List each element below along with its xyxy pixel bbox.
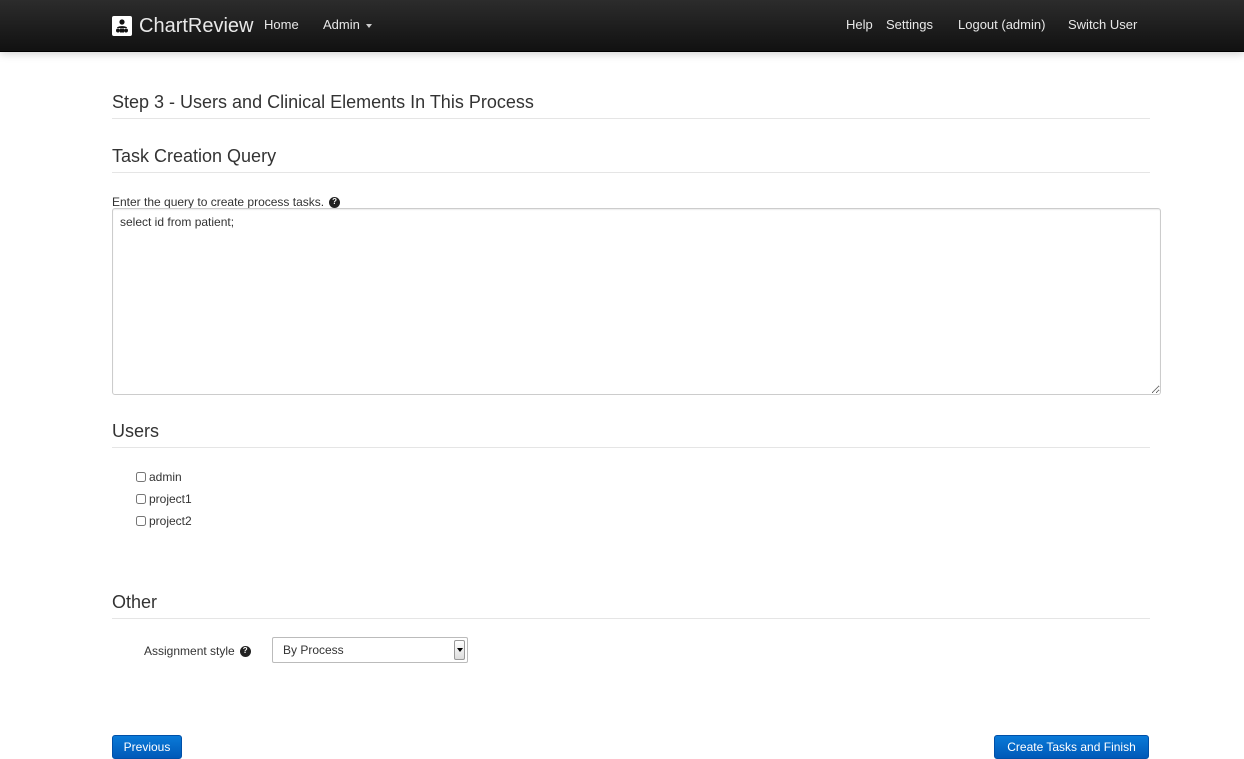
user-label: project2 [149, 514, 192, 528]
question-circle-icon[interactable]: ? [239, 645, 251, 657]
user-checkbox-admin[interactable] [136, 472, 146, 482]
query-label: Enter the query to create process tasks.… [112, 195, 341, 209]
user-checkbox-project2[interactable] [136, 516, 146, 526]
previous-button[interactable]: Previous [112, 735, 182, 759]
select-arrow-icon [454, 640, 465, 660]
task-creation-heading: Task Creation Query [112, 146, 277, 166]
user-checkbox-row[interactable]: project1 [136, 492, 192, 506]
caret-down-icon [365, 23, 372, 28]
query-label-text: Enter the query to create process tasks. [112, 195, 325, 209]
other-heading: Other [112, 592, 158, 612]
nav-admin-dropdown[interactable]: Admin [323, 17, 372, 32]
nav-admin-label: Admin [323, 17, 360, 32]
brand-link[interactable]: ChartReview [112, 13, 253, 39]
users-heading: Users [112, 421, 160, 441]
divider [112, 172, 1150, 173]
question-circle-icon[interactable]: ? [329, 196, 341, 208]
user-label: project1 [149, 492, 192, 506]
nav-logout[interactable]: Logout (admin) [958, 17, 1045, 32]
create-tasks-finish-button[interactable]: Create Tasks and Finish [994, 735, 1149, 759]
nav-help[interactable]: Help [846, 17, 873, 32]
task-query-textarea[interactable] [112, 208, 1161, 395]
user-checkbox-project1[interactable] [136, 494, 146, 504]
top-navbar: ChartReview Home Admin Help Settings Log… [0, 0, 1244, 52]
divider [112, 618, 1150, 619]
divider [112, 447, 1150, 448]
user-label: admin [149, 470, 182, 484]
assignment-style-text: Assignment style [144, 644, 235, 658]
user-checkbox-row[interactable]: project2 [136, 514, 192, 528]
user-checkbox-row[interactable]: admin [136, 470, 182, 484]
assignment-style-select[interactable]: By Process [272, 637, 468, 663]
nav-settings[interactable]: Settings [886, 17, 933, 32]
assignment-style-value: By Process [283, 643, 344, 657]
step-title: Step 3 - Users and Clinical Elements In … [112, 92, 534, 112]
brand-name: ChartReview [139, 14, 254, 37]
assignment-style-label: Assignment style ? [144, 644, 251, 658]
nav-switch-user[interactable]: Switch User [1068, 17, 1137, 32]
nav-home[interactable]: Home [264, 17, 299, 32]
divider [112, 118, 1150, 119]
chartreview-logo-icon [112, 16, 132, 36]
